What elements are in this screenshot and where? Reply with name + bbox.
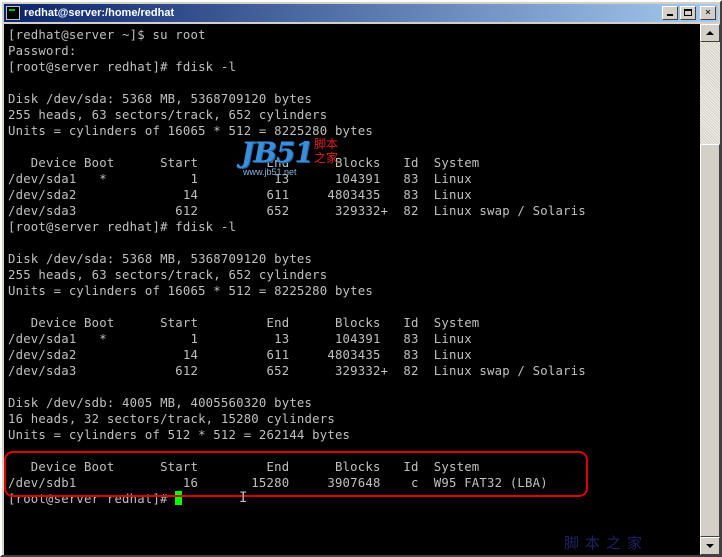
terminal-text: [redhat@server ~]$ su root Password: [root… (4, 24, 700, 507)
window-title: redhat@server:/home/redhat (24, 7, 175, 19)
title-bar[interactable]: redhat@server:/home/redhat × (4, 4, 718, 22)
terminal-line: /dev/sda1 * 1 13 104391 83 Linux (8, 332, 472, 346)
terminal-line: Units = cylinders of 16065 * 512 = 82252… (8, 124, 373, 138)
ibeam-cursor-icon: I (239, 490, 248, 506)
terminal-line: /dev/sda1 * 1 13 104391 83 Linux (8, 172, 472, 186)
terminal-line: [redhat@server ~]$ su root (8, 28, 206, 42)
vertical-scrollbar[interactable] (700, 24, 720, 555)
terminal-line: [root@server redhat]# fdisk -l (8, 60, 237, 74)
maximize-icon (684, 9, 692, 16)
terminal-line: /dev/sda2 14 611 4803435 83 Linux (8, 348, 472, 362)
minimize-icon (667, 14, 673, 16)
terminal-line: Device Boot Start End Blocks Id System (8, 156, 480, 170)
terminal-line: 16 heads, 32 sectors/track, 15280 cylind… (8, 412, 335, 426)
terminal-line: Disk /dev/sdb: 4005 MB, 4005560320 bytes (8, 396, 313, 410)
terminal-line: /dev/sda3 612 652 329332+ 82 Linux swap … (8, 204, 586, 218)
watermark: 脚本之家 (564, 534, 649, 552)
close-icon: × (704, 7, 712, 18)
terminal-line: 255 heads, 63 sectors/track, 652 cylinde… (8, 108, 328, 122)
scroll-up-button[interactable] (700, 24, 720, 42)
terminal-line: /dev/sda3 612 652 329332+ 82 Linux swap … (8, 364, 586, 378)
terminal-line: Password: (8, 44, 77, 58)
terminal-line: Disk /dev/sda: 5368 MB, 5368709120 bytes (8, 92, 313, 106)
logo-url: www.jb51.net (243, 167, 297, 177)
terminal-line: /dev/sda2 14 611 4803435 83 Linux (8, 188, 472, 202)
arrow-down-icon (706, 544, 714, 548)
terminal-line: 255 heads, 63 sectors/track, 652 cylinde… (8, 268, 328, 282)
terminal-icon[interactable] (6, 6, 20, 20)
minimize-button[interactable] (662, 6, 678, 20)
terminal-output[interactable]: [redhat@server ~]$ su root Password: [root… (4, 24, 700, 555)
terminal-line: Units = cylinders of 512 * 512 = 262144 … (8, 428, 351, 442)
scroll-down-button[interactable] (700, 537, 720, 555)
maximize-button[interactable] (680, 6, 696, 20)
terminal-line: Units = cylinders of 16065 * 512 = 82252… (8, 284, 373, 298)
terminal-line: Device Boot Start End Blocks Id System (8, 316, 480, 330)
logo-text: JB51 (241, 136, 314, 169)
arrow-up-icon (706, 31, 714, 35)
terminal-line: [root@server redhat]# fdisk -l (8, 220, 237, 234)
terminal-line: Disk /dev/sda: 5368 MB, 5368709120 bytes (8, 252, 313, 266)
terminal-window: redhat@server:/home/redhat × [redhat@ser… (0, 0, 722, 557)
close-button[interactable]: × (700, 6, 716, 20)
sdb1-highlight-annotation (4, 451, 588, 497)
scrollbar-thumb[interactable] (700, 144, 720, 537)
site-logo: JB51 脚本之家 www.jb51.net (241, 137, 345, 181)
logo-chinese: 脚本之家 (313, 137, 338, 165)
